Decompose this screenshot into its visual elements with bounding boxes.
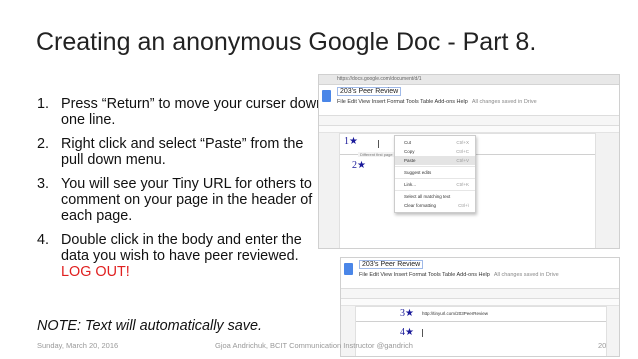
- autosave-note: NOTE: Text will automatically save.: [37, 318, 262, 334]
- menu-item-link[interactable]: Link... Ctrl+K: [395, 180, 475, 189]
- footer-date: Sunday, March 20, 2016: [37, 341, 119, 350]
- star-marker-3: 3★: [400, 308, 414, 319]
- step-number: 1.: [37, 96, 50, 112]
- menu-separator: [395, 178, 475, 179]
- star-marker-1: 1★: [344, 136, 358, 147]
- slide-title: Creating an anonymous Google Doc - Part …: [36, 28, 537, 56]
- star-marker-4: 4★: [400, 327, 414, 338]
- step-text: Double click in the body and enter the d…: [61, 232, 302, 264]
- browser-url-bar: https://docs.google.com/document/d/1: [319, 75, 619, 85]
- menu-items[interactable]: File Edit View Insert Format Tools Table…: [337, 99, 468, 105]
- step-text: Press “Return” to move your curser down …: [61, 96, 325, 128]
- footer-credit: Gjoa Andrichuk, BCIT Communication Instr…: [215, 341, 413, 350]
- step-4: 4. Double click in the body and enter th…: [37, 232, 327, 280]
- steps-list: 1. Press “Return” to move your curser do…: [37, 96, 327, 288]
- document-title[interactable]: 203's Peer Review: [337, 87, 402, 96]
- docs-logo-icon: [344, 263, 353, 275]
- docs-header: 203's Peer Review File Edit View Insert …: [341, 258, 619, 289]
- menu-item-paste[interactable]: Paste Ctrl+V: [395, 156, 475, 165]
- docs-menu-bar[interactable]: File Edit View Insert Format Tools Table…: [337, 99, 537, 105]
- logout-emphasis: LOG OUT!: [61, 264, 130, 280]
- menu-separator: [395, 166, 475, 167]
- context-menu[interactable]: Cut Ctrl+X Copy Ctrl+C Paste Ctrl+V Suggest…: [394, 135, 476, 213]
- text-cursor: [422, 329, 423, 337]
- menu-item-select-all-matching[interactable]: Select all matching text: [395, 192, 475, 201]
- step-number: 3.: [37, 176, 50, 192]
- screenshot-context-menu: https://docs.google.com/document/d/1 203…: [318, 74, 620, 249]
- step-text: Right click and select “Paste” from the …: [61, 136, 304, 168]
- step-number: 4.: [37, 232, 50, 248]
- document-title[interactable]: 203's Peer Review: [359, 260, 424, 269]
- saved-status: All changes saved in Drive: [493, 272, 559, 278]
- menu-item-cut[interactable]: Cut Ctrl+X: [395, 138, 475, 147]
- docs-ruler: [319, 126, 619, 133]
- step-2: 2. Right click and select “Paste” from t…: [37, 136, 327, 168]
- step-number: 2.: [37, 136, 50, 152]
- menu-item-suggest-edits[interactable]: Suggest edits: [395, 168, 475, 177]
- docs-ruler: [341, 299, 619, 306]
- step-1: 1. Press “Return” to move your curser do…: [37, 96, 327, 128]
- menu-item-clear-formatting[interactable]: Clear formatting Ctrl+\: [395, 201, 475, 210]
- menu-separator: [395, 190, 475, 191]
- step-text: You will see your Tiny URL for others to…: [61, 176, 313, 224]
- docs-toolbar[interactable]: [341, 289, 619, 299]
- docs-header: 203's Peer Review File Edit View Insert …: [319, 85, 619, 116]
- menu-items[interactable]: File Edit View Insert Format Tools Table…: [359, 272, 490, 278]
- pasted-tiny-url: http://tinyurl.com/203PeerReview: [422, 311, 489, 316]
- saved-status: All changes saved in Drive: [471, 99, 537, 105]
- docs-toolbar[interactable]: [319, 116, 619, 126]
- docs-menu-bar[interactable]: File Edit View Insert Format Tools Table…: [359, 272, 559, 278]
- menu-item-copy[interactable]: Copy Ctrl+C: [395, 147, 475, 156]
- header-divider: [356, 321, 606, 322]
- star-marker-2: 2★: [352, 160, 366, 171]
- docs-logo-icon: [322, 90, 331, 102]
- step-3: 3. You will see your Tiny URL for others…: [37, 176, 327, 224]
- page-number: 20: [598, 341, 607, 350]
- text-cursor: [378, 140, 379, 148]
